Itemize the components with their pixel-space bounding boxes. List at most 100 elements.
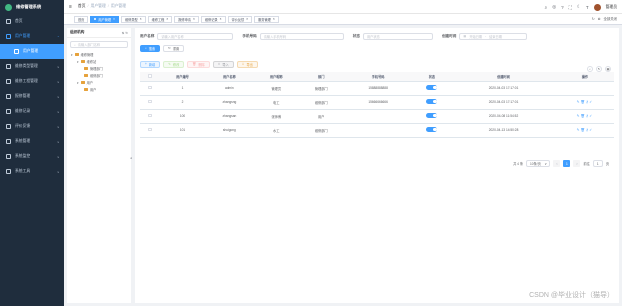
close-icon[interactable]: × [193,17,195,21]
close-icon[interactable]: × [220,17,222,21]
theme-icon[interactable]: ☾ [577,4,581,10]
close-icon[interactable]: × [166,17,168,21]
tree-node[interactable]: ▾ 维修管理 [67,51,131,58]
sidebar-item-repair-request[interactable]: 报修管理 v [0,89,64,104]
date-range-picker[interactable]: ▦ 开始日期 - 结束日期 [459,32,528,40]
dept-search-input[interactable]: ⌕ 请输入部门名称 [70,41,128,48]
export-button[interactable]: ⇩ 导出 [236,60,258,68]
tab-repair-type[interactable]: 维修类型 × [121,15,146,23]
row-checkbox[interactable] [140,95,160,110]
row-checkbox[interactable] [140,123,160,138]
role-icon[interactable]: ✓ [589,128,593,132]
page-number[interactable]: 1 [563,160,571,167]
fullscreen-icon[interactable]: ⛶ [569,5,572,10]
role-icon[interactable]: ✓ [589,100,593,104]
right-toolbar: ⌕ ↻ ▦ [587,66,611,72]
select-all-checkbox[interactable] [140,72,160,82]
status-label: 状态 [352,33,360,38]
search-button[interactable]: ⌕ 搜索 [140,44,161,52]
import-button[interactable]: ⇪ 导入 [212,60,234,68]
chevron-down-icon: v [57,124,60,129]
breadcrumb-home[interactable]: 首页 [78,4,86,8]
delete-button[interactable]: 🗑 删除 [187,60,210,68]
tab-service[interactable]: 服务管理 × [254,15,279,23]
sidebar-item-label: 首页 [15,19,23,23]
tab-feedback[interactable]: 评价反馈 × [227,15,253,23]
cell-nickname: 张师傅 [253,109,299,124]
sidebar-item-home[interactable]: 首页 [0,14,64,29]
role-icon[interactable]: ✓ [589,114,593,118]
plus-icon: + [145,62,147,66]
close-icon[interactable]: × [113,17,115,21]
sidebar-subitem-user-management[interactable]: 用户管理 [0,44,64,59]
sidebar-item-repair-type[interactable]: 维修类型管理 v [0,59,64,74]
cell-status [412,109,452,124]
help-icon[interactable]: ? [561,5,564,10]
status-select[interactable]: 用户状态 [362,32,433,40]
tree-node-label: 维修部门 [90,74,103,78]
edit-button[interactable]: ✎ 修改 [163,60,185,68]
tree-node[interactable]: 用户 [67,86,131,93]
top-toolbar: ⌕ ◎ ? ⛶ ☾ T 管理员 [545,0,617,14]
refresh-icon[interactable]: ↻ [592,17,595,21]
sidebar-item-feedback[interactable]: 评价反馈 v [0,119,64,134]
tree-node[interactable]: ▾ 用户 [67,79,131,86]
tab-repair-engineering[interactable]: 维修工程 × [147,15,173,23]
add-button[interactable]: + 新增 [140,60,161,68]
tree-controls[interactable]: ⇅ ↻ [122,31,128,35]
status-switch[interactable] [426,85,438,90]
font-size-icon[interactable]: T [586,5,589,10]
gear-icon [6,139,11,144]
status-switch[interactable] [426,127,438,132]
close-icon[interactable]: × [140,17,142,21]
reset-button[interactable]: ↻ 重置 [163,44,185,52]
close-all-icon[interactable]: ⊗ [598,17,601,21]
tree-node-label: 维修管理 [80,53,94,57]
search-icon[interactable]: ⌕ [545,5,548,10]
panel-collapse-icon[interactable]: ◂ [130,156,132,160]
col-created: 创建时间 [451,72,556,82]
page-size-select[interactable]: 10条/页 v [526,160,551,167]
username[interactable]: 管理员 [606,5,617,10]
cell-dept: 维修部门 [298,95,344,110]
sidebar-item-system-tools[interactable]: 系统工具 v [0,164,64,179]
avatar[interactable] [593,3,601,11]
next-page-button[interactable]: > [573,160,581,167]
prev-page-button[interactable]: < [553,160,561,167]
sidebar-item-system-monitor[interactable]: 系统监控 v [0,149,64,164]
table-row: 101 shuigong 水工 维修部门 2020-04-13 14:50:28… [140,123,614,138]
sidebar-item-repair-record[interactable]: 维修记录 v [0,104,64,119]
row-checkbox[interactable] [140,109,160,124]
close-icon[interactable]: × [273,17,275,21]
tab-repair-record[interactable]: 维修记录 × [200,15,226,23]
status-switch[interactable] [426,113,438,118]
comment-icon [6,124,11,129]
github-icon[interactable]: ◎ [552,4,556,10]
tree-node[interactable]: ▾ 维修站 [67,58,131,65]
home-icon [6,19,11,24]
tab-repair-request[interactable]: 报修申请 × [174,15,199,23]
cell-created: 2020-04-08 11:54:52 [451,109,556,124]
hamburger-icon[interactable]: ≡ [69,4,72,10]
tab-user-management[interactable]: 用户管理 × [90,15,119,23]
refresh-icon[interactable]: ↻ [596,66,602,72]
sidebar-item-system-management[interactable]: 系统管理 v [0,134,64,149]
toggle-search-icon[interactable]: ⌕ [587,66,593,72]
tree-node[interactable]: 维修部门 [67,72,131,79]
sidebar-item-user-management[interactable]: 用户管理 ^ [0,29,64,44]
status-switch[interactable] [426,99,438,104]
row-checkbox[interactable] [140,81,160,96]
pagination: 共 4 条 10条/页 v < 1 > 前往 1 页 [513,160,609,167]
search-icon: ⌕ [145,46,147,50]
tab-label: 维修类型 [125,17,138,22]
tab-home[interactable]: 首页 [74,15,89,23]
sidebar-item-repair-engineering[interactable]: 维修工程管理 v [0,74,64,89]
tree-node[interactable]: 管理部门 [67,65,131,72]
sidebar-item-label: 系统监控 [15,154,31,158]
columns-icon[interactable]: ▦ [605,66,611,72]
close-icon[interactable]: × [246,17,248,21]
phone-input[interactable]: 请输入手机号码 [259,32,344,40]
username-input[interactable]: 请输入用户名称 [157,32,234,40]
close-all-label[interactable]: 全部关闭 [603,16,617,21]
goto-page-input[interactable]: 1 [592,160,603,167]
